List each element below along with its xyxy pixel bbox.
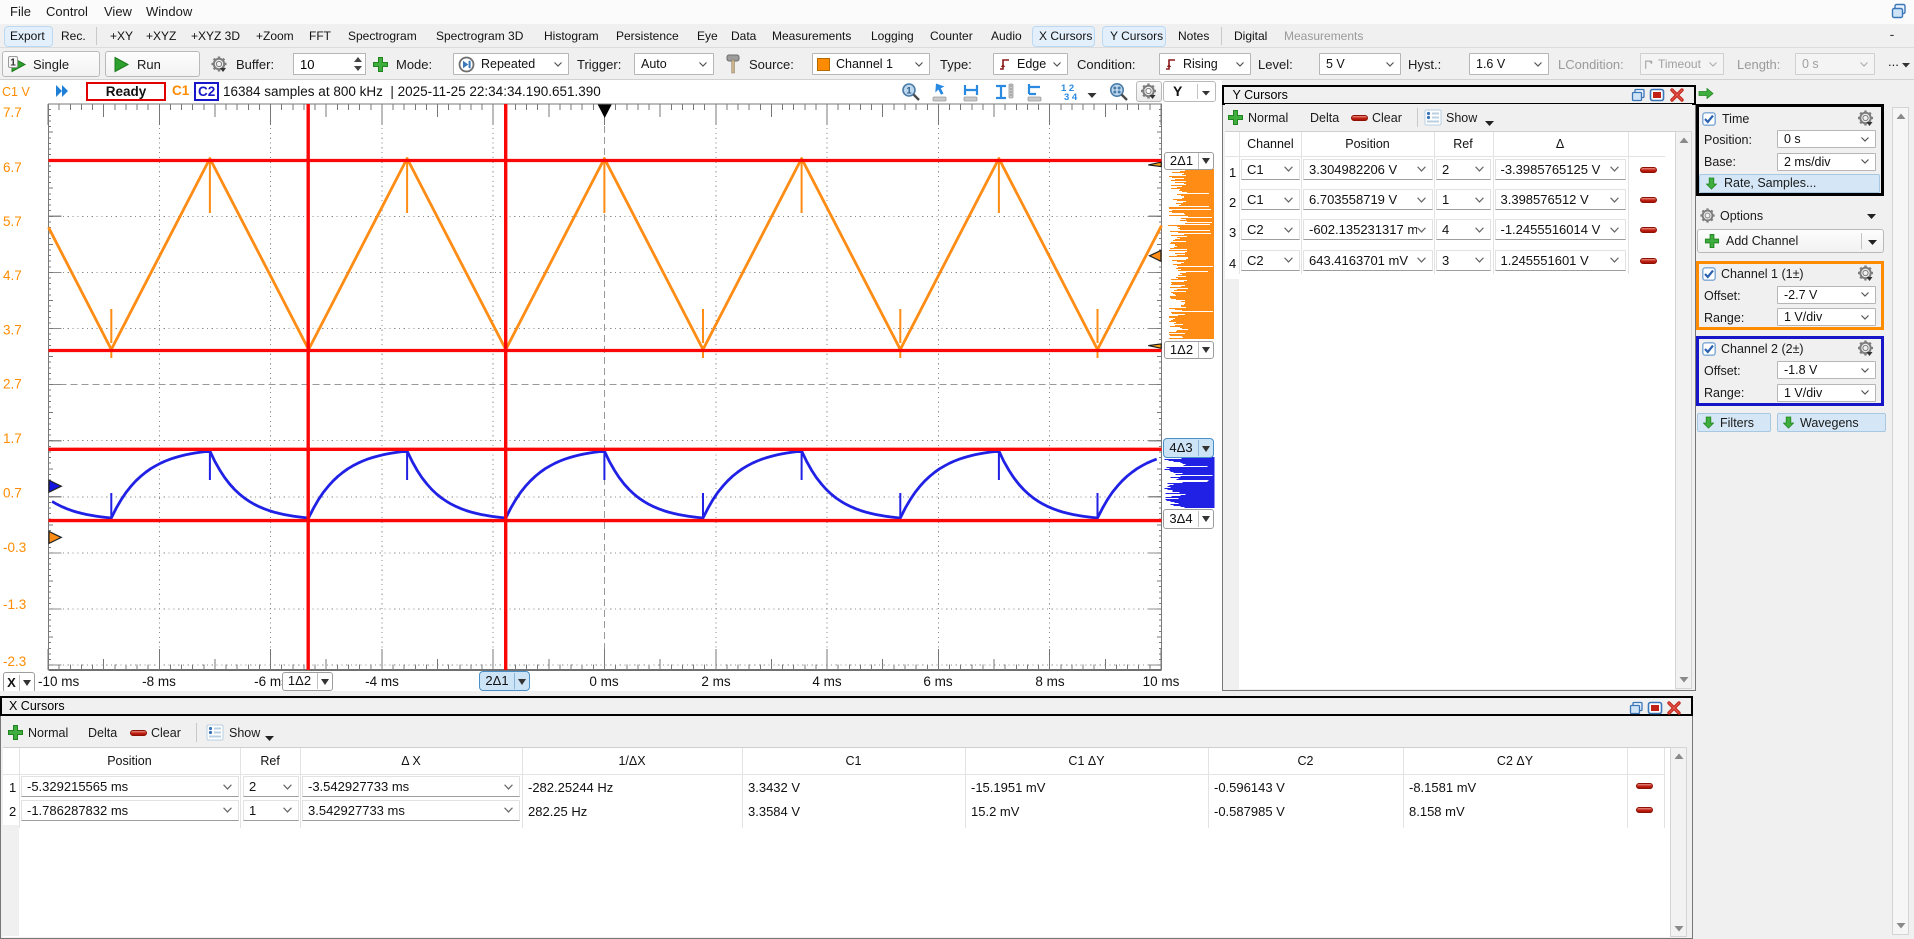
svg-text:4 ms: 4 ms (812, 674, 842, 689)
svg-text:6.7: 6.7 (3, 160, 22, 175)
svg-text:-10 ms: -10 ms (38, 674, 80, 689)
svg-text:5.7: 5.7 (3, 214, 22, 229)
svg-text:3.7: 3.7 (3, 323, 22, 338)
svg-text:3 4: 3 4 (1064, 92, 1078, 102)
svg-text:7.7: 7.7 (3, 105, 22, 120)
svg-text:-0.3: -0.3 (3, 540, 26, 555)
svg-text:1: 1 (906, 86, 911, 96)
svg-text:2 ms: 2 ms (701, 674, 731, 689)
svg-text:1.7: 1.7 (3, 431, 22, 446)
svg-text:4.7: 4.7 (3, 268, 22, 283)
svg-text:-8 ms: -8 ms (142, 674, 176, 689)
svg-text:10 ms: 10 ms (1143, 674, 1180, 689)
svg-text:-4 ms: -4 ms (365, 674, 399, 689)
svg-text:-1.3: -1.3 (3, 597, 26, 612)
svg-text:1: 1 (10, 57, 16, 68)
svg-text:6 ms: 6 ms (923, 674, 953, 689)
svg-text:-2.3: -2.3 (3, 654, 26, 669)
svg-text:0.7: 0.7 (3, 486, 22, 501)
svg-text:0 ms: 0 ms (589, 674, 619, 689)
svg-text:8 ms: 8 ms (1035, 674, 1065, 689)
svg-text:2.7: 2.7 (3, 377, 22, 392)
